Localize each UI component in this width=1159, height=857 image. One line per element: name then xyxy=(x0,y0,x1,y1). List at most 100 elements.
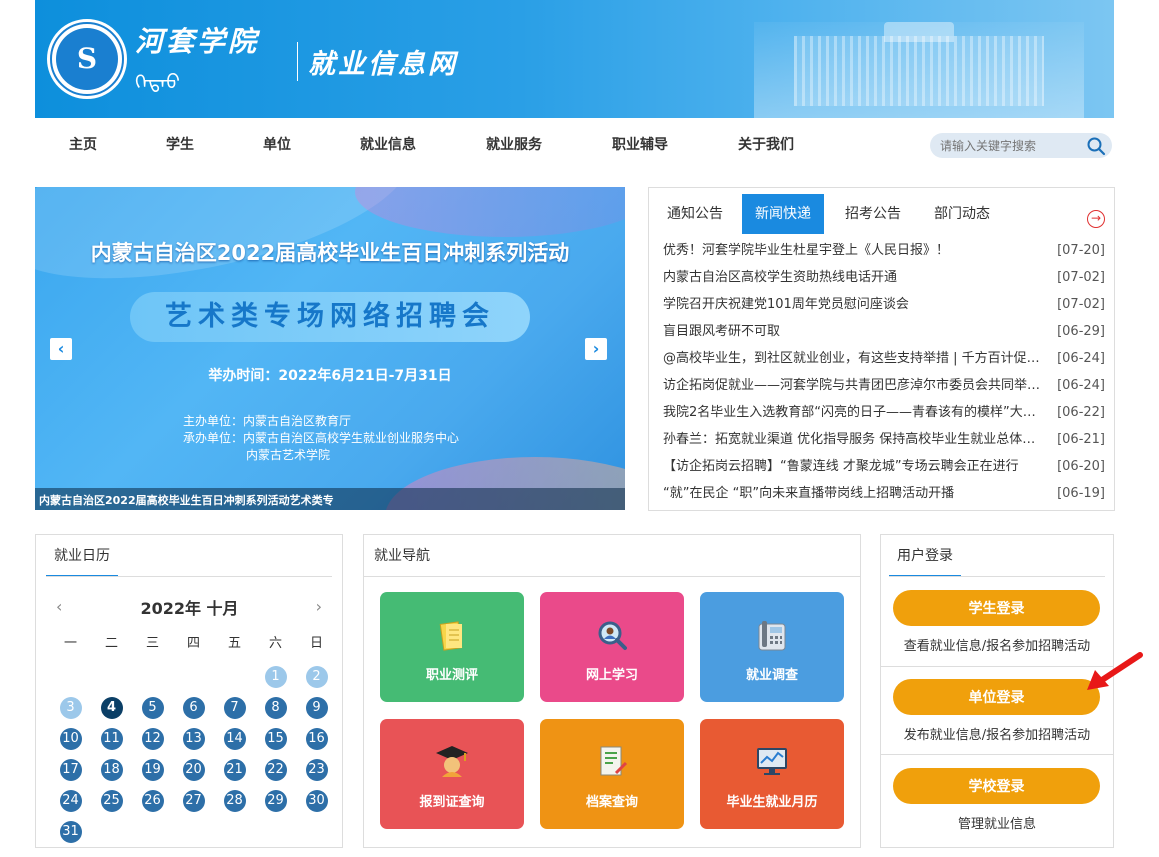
calendar-cell: 12 xyxy=(132,723,173,754)
calendar-title: 就业日历 xyxy=(46,535,118,577)
company-login-button[interactable]: 单位登录 xyxy=(893,679,1100,715)
news-title[interactable]: 学院召开庆祝建党101周年党员慰问座谈会 xyxy=(663,294,1043,316)
list-item[interactable]: 优秀！河套学院毕业生杜星宇登上《人民日报》！ [07-20] xyxy=(663,240,1105,267)
nav-item-career-guide[interactable]: 职业辅导 xyxy=(612,134,668,154)
calendar-day[interactable]: 15 xyxy=(264,727,287,750)
calendar-day[interactable]: 19 xyxy=(141,758,164,781)
nav-item-job-info[interactable]: 就业信息 xyxy=(360,134,416,154)
calendar-day[interactable]: 30 xyxy=(305,789,328,812)
news-title[interactable]: 盲目跟风考研不可取 xyxy=(663,321,1043,343)
tile-report-query[interactable]: 报到证查询 xyxy=(380,719,524,829)
calendar-cell: 11 xyxy=(91,723,132,754)
weekday-label: 二 xyxy=(104,635,118,651)
student-login-button[interactable]: 学生登录 xyxy=(893,590,1100,626)
list-item[interactable]: 我院2名毕业生入选教育部“闪亮的日子——青春该有的模样”大… [06-22] xyxy=(663,402,1105,429)
calendar-day[interactable]: 21 xyxy=(223,758,246,781)
search-icon[interactable] xyxy=(1086,136,1106,156)
calendar-day[interactable]: 31 xyxy=(59,820,82,843)
college-logo[interactable]: S xyxy=(47,19,127,99)
news-title[interactable]: 优秀！河套学院毕业生杜星宇登上《人民日报》！ xyxy=(663,240,1043,262)
calendar-cell: 3 xyxy=(50,692,91,723)
tile-career-assessment[interactable]: 职业测评 xyxy=(380,592,524,702)
calendar-day[interactable]: 25 xyxy=(100,789,123,812)
calendar-panel: 就业日历 ‹ 2022年 十月 › 一 二 三 四 五 六 日 12345678… xyxy=(35,534,343,848)
tile-label: 就业调查 xyxy=(745,668,798,683)
calendar-next-button[interactable]: › xyxy=(316,597,322,616)
more-arrow-icon[interactable]: → xyxy=(1087,210,1105,228)
nav-item-job-service[interactable]: 就业服务 xyxy=(486,134,542,154)
calendar-day[interactable]: 14 xyxy=(223,727,246,750)
slider-prev-button[interactable]: ‹ xyxy=(50,338,72,360)
tab-department[interactable]: 部门动态 xyxy=(921,194,1003,234)
list-item[interactable]: @高校毕业生，到社区就业创业，有这些支持举措 | 千方百计促就业 [06-24] xyxy=(663,348,1105,375)
calendar-cell xyxy=(214,661,255,692)
calendar-day[interactable]: 23 xyxy=(305,758,328,781)
magnifier-icon xyxy=(598,621,627,650)
calendar-day[interactable]: 24 xyxy=(59,789,82,812)
calendar-day[interactable]: 10 xyxy=(59,727,82,750)
calendar-day[interactable]: 3 xyxy=(59,696,82,719)
tile-archive-query[interactable]: 档案查询 xyxy=(540,719,684,829)
nav-item-student[interactable]: 学生 xyxy=(166,134,194,154)
slider-next-button[interactable]: › xyxy=(585,338,607,360)
news-title[interactable]: @高校毕业生，到社区就业创业，有这些支持举措 | 千方百计促就业 xyxy=(663,348,1043,370)
list-item[interactable]: 盲目跟风考研不可取 [06-29] xyxy=(663,321,1105,348)
news-title[interactable]: 我院2名毕业生入选教育部“闪亮的日子——青春该有的模样”大… xyxy=(663,402,1043,424)
calendar-week-row: 10 11 12 13 14 15 16 xyxy=(50,723,337,754)
tab-notice[interactable]: 通知公告 xyxy=(654,194,736,234)
slide-caption[interactable]: 内蒙古自治区2022届高校毕业生百日冲刺系列活动艺术类专 xyxy=(39,492,334,508)
calendar-day[interactable]: 13 xyxy=(182,727,205,750)
weekday-label: 五 xyxy=(227,635,241,651)
news-title[interactable]: 孙春兰：拓宽就业渠道 优化指导服务 保持高校毕业生就业总体稳定 xyxy=(663,429,1043,451)
calendar-day[interactable]: 20 xyxy=(182,758,205,781)
news-title[interactable]: “就”在民企 “职”向未来直播带岗线上招聘活动开播 xyxy=(663,483,1043,505)
calendar-day[interactable]: 1 xyxy=(264,665,287,688)
tile-employment-survey[interactable]: 就业调查 xyxy=(700,592,844,702)
calendar-day[interactable]: 2 xyxy=(305,665,328,688)
calendar-week-row: 12 xyxy=(50,661,337,692)
news-title[interactable]: 内蒙古自治区高校学生资助热线电话开通 xyxy=(663,267,1043,289)
calendar-week-row: 3456789 xyxy=(50,692,337,723)
tile-graduate-calendar[interactable]: 毕业生就业月历 xyxy=(700,719,844,829)
weekday-label: 一 xyxy=(63,635,77,651)
calendar-day[interactable]: 5 xyxy=(141,696,164,719)
calendar-day[interactable]: 17 xyxy=(59,758,82,781)
news-title[interactable]: 【访企拓岗云招聘】“鲁蒙连线 才聚龙城”专场云聘会正在进行 xyxy=(663,456,1043,478)
calendar-day[interactable]: 6 xyxy=(182,696,205,719)
calendar-day[interactable]: 4 xyxy=(100,696,123,719)
divider xyxy=(889,576,1105,577)
divider xyxy=(880,666,1114,667)
search-input[interactable] xyxy=(940,136,1080,155)
list-item[interactable]: 学院召开庆祝建党101周年党员慰问座谈会 [07-02] xyxy=(663,294,1105,321)
tab-exam[interactable]: 招考公告 xyxy=(832,194,914,234)
calendar-day[interactable]: 7 xyxy=(223,696,246,719)
list-item[interactable]: 内蒙古自治区高校学生资助热线电话开通 [07-02] xyxy=(663,267,1105,294)
calendar-cell: 6 xyxy=(173,692,214,723)
list-item[interactable]: 孙春兰：拓宽就业渠道 优化指导服务 保持高校毕业生就业总体稳定 [06-21] xyxy=(663,429,1105,456)
calendar-day[interactable]: 28 xyxy=(223,789,246,812)
tab-news[interactable]: 新闻快递 xyxy=(742,194,824,234)
calendar-day[interactable]: 8 xyxy=(264,696,287,719)
calendar-day[interactable]: 16 xyxy=(305,727,328,750)
calendar-day[interactable]: 26 xyxy=(141,789,164,812)
list-item[interactable]: “就”在民企 “职”向未来直播带岗线上招聘活动开播 [06-19] xyxy=(663,483,1105,510)
news-title[interactable]: 访企拓岗促就业——河套学院与共青团巴彦淖尔市委员会共同举办… xyxy=(663,375,1043,397)
nav-item-company[interactable]: 单位 xyxy=(263,134,291,154)
list-item[interactable]: 【访企拓岗云招聘】“鲁蒙连线 才聚龙城”专场云聘会正在进行 [06-20] xyxy=(663,456,1105,483)
school-login-button[interactable]: 学校登录 xyxy=(893,768,1100,804)
calendar-day[interactable]: 11 xyxy=(100,727,123,750)
nav-item-home[interactable]: 主页 xyxy=(69,134,97,154)
list-item[interactable]: 访企拓岗促就业——河套学院与共青团巴彦淖尔市委员会共同举办… [06-24] xyxy=(663,375,1105,402)
banner-slider[interactable]: 内蒙古自治区2022届高校毕业生百日冲刺系列活动 艺术类专场网络招聘会 举办时间… xyxy=(35,187,625,510)
calendar-day[interactable]: 9 xyxy=(305,696,328,719)
tile-online-learning[interactable]: 网上学习 xyxy=(540,592,684,702)
guide-title: 就业导航 xyxy=(374,548,430,564)
calendar-day[interactable]: 22 xyxy=(264,758,287,781)
calendar-day[interactable]: 27 xyxy=(182,789,205,812)
calendar-day[interactable]: 18 xyxy=(100,758,123,781)
calendar-cell: 24 xyxy=(50,785,91,816)
nav-item-about[interactable]: 关于我们 xyxy=(738,134,794,154)
calendar-cell: 20 xyxy=(173,754,214,785)
calendar-day[interactable]: 29 xyxy=(264,789,287,812)
calendar-day[interactable]: 12 xyxy=(141,727,164,750)
